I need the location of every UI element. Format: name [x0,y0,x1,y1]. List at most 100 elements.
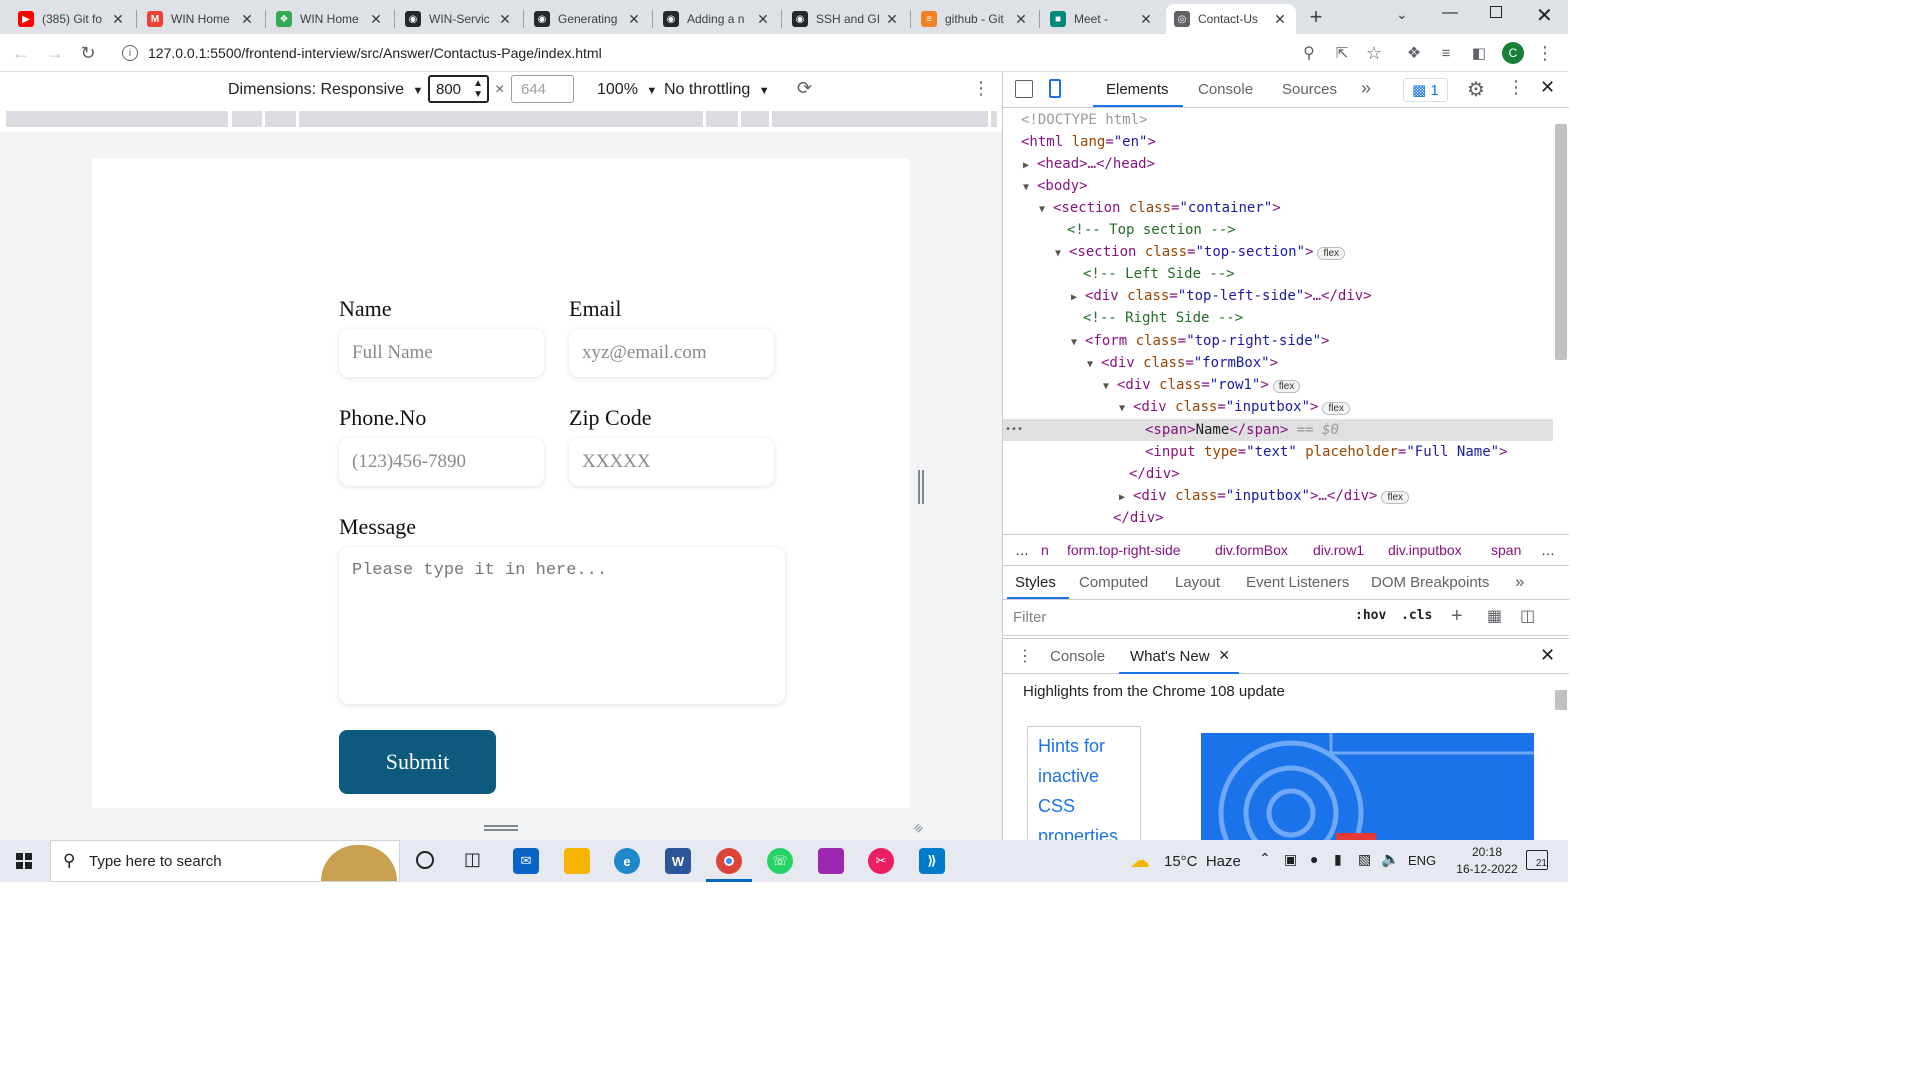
name-input[interactable]: Full Name [339,329,544,377]
flex-badge[interactable]: flex [1322,402,1351,415]
throttling-dropdown[interactable]: No throttling ▼ [664,81,770,99]
browser-tab[interactable]: ■ Meet - ✕ [1042,4,1162,34]
media-query-bar[interactable] [706,111,738,127]
devtools-menu-icon[interactable]: ⋮ [1507,77,1525,98]
snipping-tool-icon[interactable]: ✂ [868,848,894,874]
rotate-icon[interactable]: ⟳ [797,78,812,99]
media-query-bar[interactable] [741,111,769,127]
close-drawer-icon[interactable]: ✕ [1540,645,1555,666]
form-node[interactable]: ▼ <form class="top-right-side"> [1071,330,1329,352]
phone-input[interactable]: (123)456-7890 [339,438,544,486]
notification-center-icon[interactable]: 21 [1526,850,1548,870]
resize-handle-right[interactable] [918,470,924,504]
close-tab-icon[interactable]: ✕ [497,11,513,28]
more-tabs-icon[interactable]: » [1361,78,1371,99]
resize-handle-bottom[interactable] [484,825,518,831]
whatsapp-icon[interactable]: ☏ [767,848,793,874]
formbox-node[interactable]: ▼ <div class="formBox"> [1087,352,1278,374]
elements-scrollbar[interactable] [1555,124,1567,360]
flex-badge[interactable]: flex [1381,491,1410,504]
drawer-menu-icon[interactable]: ⋮ [1017,646,1033,666]
browser-tab[interactable]: ❖ WIN Home ✕ [268,4,392,34]
drawer-tab-whats-new[interactable]: What's New [1130,648,1210,665]
close-whats-new-icon[interactable]: × [1219,645,1230,666]
browser-tab[interactable]: ◎ Contact-Us ✕ [1166,4,1296,34]
zoom-icon[interactable]: ⚲ [1298,42,1320,64]
top-left-side-node[interactable]: ▶ <div class="top-left-side">…</div> [1071,285,1372,307]
app-icon-colorful[interactable] [818,848,844,874]
meet-now-icon[interactable]: ▣ [1284,851,1297,868]
section-container-node[interactable]: ▼ <section class="container"> [1039,197,1281,219]
close-tab-icon[interactable]: ✕ [368,11,384,28]
extensions-icon[interactable]: ❖ [1403,42,1425,64]
resize-handle-corner[interactable]: ≡ [910,819,927,836]
div-close-node[interactable]: </div> [1113,507,1164,529]
browser-tab[interactable]: ◉ SSH and GI ✕ [784,4,908,34]
close-tab-icon[interactable]: ✕ [884,11,900,28]
comment-node[interactable]: <!-- Top section --> [1067,219,1236,241]
breadcrumb-item[interactable]: div.inputbox [1388,542,1462,558]
mail-icon[interactable]: ✉ [513,848,539,874]
width-input[interactable]: 800 ▲ ▼ [428,75,489,103]
tab-dom-breakpoints[interactable]: DOM Breakpoints [1371,574,1489,591]
forward-arrow-icon[interactable]: → [44,42,66,64]
profile-avatar[interactable]: C [1502,42,1524,64]
body-node[interactable]: ▼ <body> [1023,175,1088,197]
reading-list-icon[interactable]: ≡ [1435,42,1457,64]
close-tab-icon[interactable]: ✕ [626,11,642,28]
flex-badge[interactable]: flex [1272,380,1301,393]
comment-node[interactable]: <!-- Right Side --> [1083,307,1243,329]
breadcrumb-item[interactable]: div.row1 [1313,542,1364,558]
side-panel-icon[interactable]: ◧ [1468,42,1490,64]
drawer-tab-console[interactable]: Console [1050,648,1105,665]
close-devtools-icon[interactable]: ✕ [1540,77,1555,98]
issues-badge[interactable]: ▩ 1 [1403,78,1448,102]
row1-node[interactable]: ▼ <div class="row1"> flex [1103,374,1301,396]
battery-icon[interactable]: ▮ [1334,851,1342,868]
doctype-node[interactable]: <!DOCTYPE html> [1021,109,1147,131]
task-view-icon[interactable]: ◫ [464,849,481,870]
close-tab-icon[interactable]: ✕ [110,11,126,28]
share-icon[interactable]: ⇱ [1331,42,1353,64]
browser-tab[interactable]: ◉ Adding a n ✕ [655,4,779,34]
more-subtabs-icon[interactable]: » [1515,572,1524,592]
chrome-menu-icon[interactable]: ⋮ [1534,42,1556,64]
breadcrumb-item[interactable]: n [1041,542,1049,558]
media-query-bar[interactable] [991,111,997,127]
media-query-bar[interactable] [265,111,296,127]
reload-icon[interactable]: ↻ [77,42,99,64]
height-input[interactable]: 644 [511,75,574,103]
inputbox-node[interactable]: ▼ <div class="inputbox"> flex [1119,396,1351,418]
edge-icon[interactable]: e [614,848,640,874]
word-icon[interactable]: W [665,848,691,874]
weather-text[interactable]: 15°C Haze [1164,853,1241,870]
drawer-scrollbar[interactable] [1555,690,1567,710]
message-textarea[interactable]: Please type it in here... [339,547,785,704]
top-section-node[interactable]: ▼ <section class="top-section"> flex [1055,241,1346,263]
dimensions-dropdown[interactable]: Dimensions: Responsive ▼ [228,81,423,99]
zip-input[interactable]: XXXXX [569,438,774,486]
bookmark-star-icon[interactable]: ☆ [1363,42,1385,64]
browser-tab[interactable]: ◉ Generating ✕ [526,4,650,34]
close-tab-icon[interactable]: ✕ [1272,11,1288,28]
chrome-icon[interactable] [716,848,742,874]
microphone-icon[interactable]: ● [1310,851,1318,867]
zoom-dropdown[interactable]: 100% ▼ [597,81,657,99]
device-toggle-icon[interactable] [1049,79,1061,98]
cls-toggle[interactable]: .cls [1401,608,1432,623]
media-query-bar[interactable] [772,111,988,127]
media-query-bar[interactable] [6,111,228,127]
browser-tab[interactable]: ◉ WIN-Servic ✕ [397,4,521,34]
hov-toggle[interactable]: :hov [1355,608,1386,623]
spinner-icon[interactable]: ▲ ▼ [473,78,483,100]
browser-tab[interactable]: ≡ github - Git ✕ [913,4,1037,34]
inputbox-node-2[interactable]: ▶ <div class="inputbox">…</div> flex [1119,485,1410,507]
tab-styles[interactable]: Styles [1015,574,1056,591]
styles-filter-input[interactable]: Filter [1007,603,1341,631]
media-query-bar[interactable] [299,111,703,127]
flex-badge[interactable]: flex [1317,247,1346,260]
close-tab-icon[interactable]: ✕ [1138,11,1154,28]
tab-console[interactable]: Console [1198,81,1253,98]
weather-icon[interactable]: ☁ [1130,848,1150,873]
browser-tab[interactable]: ▶ (385) Git fo ✕ [10,4,134,34]
